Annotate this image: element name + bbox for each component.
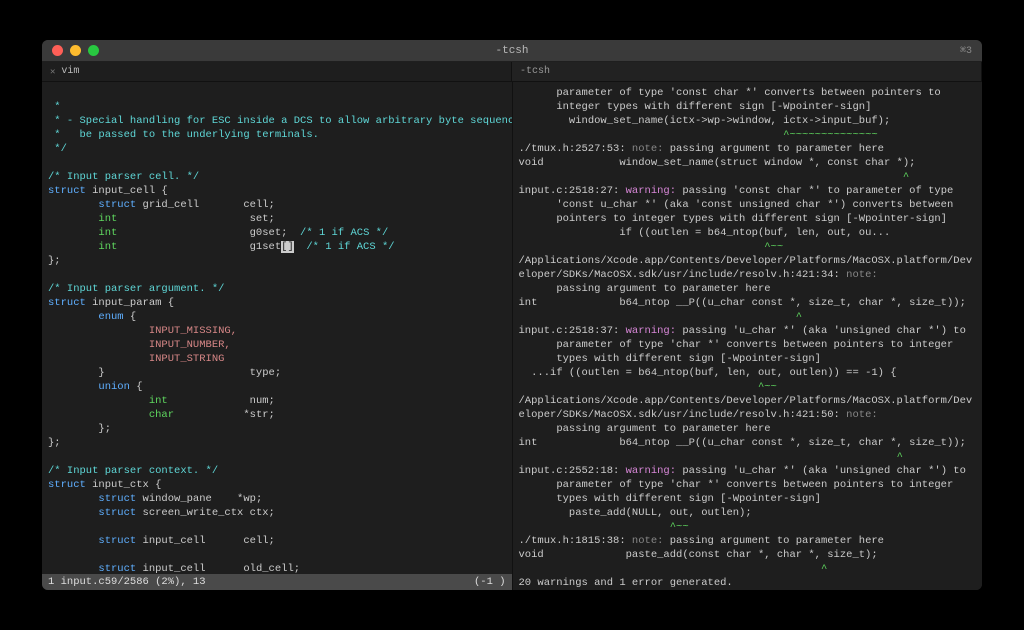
split-panes: * * - Special handling for ESC inside a …: [42, 82, 982, 590]
close-icon[interactable]: ✕: [50, 67, 55, 77]
close-icon[interactable]: [52, 45, 63, 56]
tabbar: ✕ vim -tcsh: [42, 62, 982, 82]
status-position: 59/2586 (2%), 13: [105, 576, 206, 588]
compiler-output: parameter of type 'const char *' convert…: [513, 82, 983, 590]
tab-vim[interactable]: ✕ vim: [42, 62, 512, 81]
window-title: -tcsh: [495, 45, 528, 57]
status-filename: 1 input.c: [48, 576, 105, 588]
vim-buffer: * * - Special handling for ESC inside a …: [42, 82, 512, 590]
titlebar: -tcsh ⌘3: [42, 40, 982, 62]
status-right: (-1 ): [474, 576, 506, 588]
tab-tcsh[interactable]: -tcsh: [512, 62, 982, 81]
pane-vim[interactable]: * * - Special handling for ESC inside a …: [42, 82, 513, 590]
terminal-window: -tcsh ⌘3 ✕ vim -tcsh * * - Special handl…: [42, 40, 982, 590]
tab-label: -tcsh: [520, 66, 550, 77]
zoom-icon[interactable]: [88, 45, 99, 56]
minimize-icon[interactable]: [70, 45, 81, 56]
window-indicator: ⌘3: [960, 45, 972, 57]
pane-compiler[interactable]: parameter of type 'const char *' convert…: [513, 82, 983, 590]
traffic-lights: [42, 45, 99, 56]
tab-label: vim: [61, 66, 79, 77]
vim-statusbar: 1 input.c 59/2586 (2%), 13 (-1 ): [42, 574, 512, 590]
